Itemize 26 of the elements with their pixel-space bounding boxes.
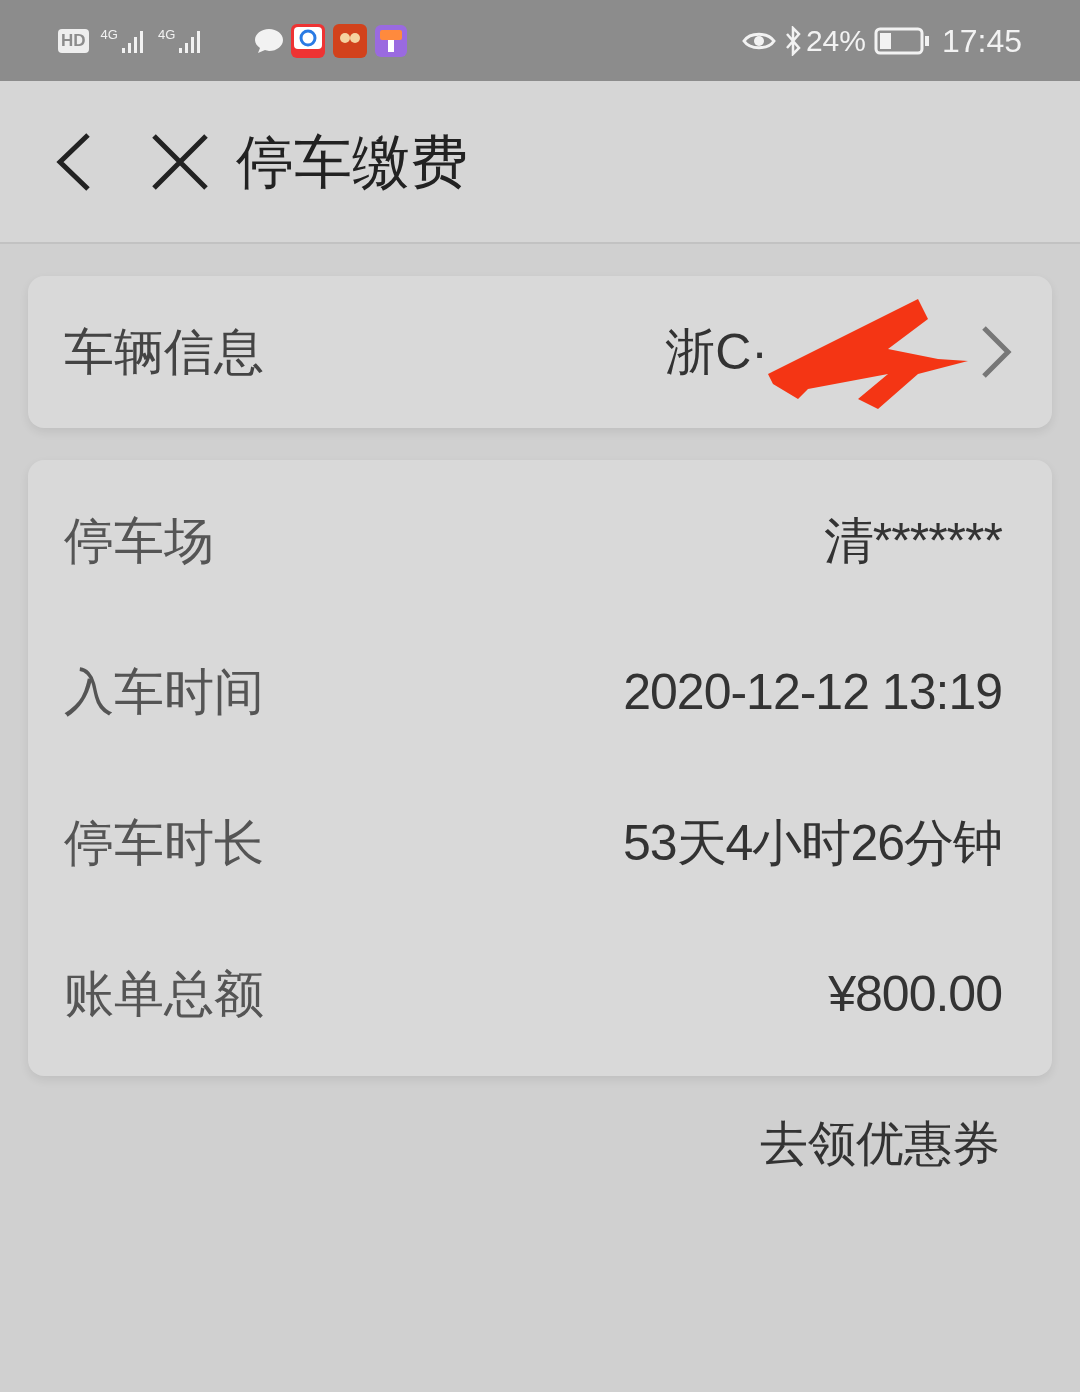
coupon-link[interactable]: 去领优惠券 [760, 1108, 1000, 1180]
chat-bubble-icon [253, 26, 286, 55]
battery-icon [873, 26, 930, 55]
detail-label: 入车时间 [64, 663, 264, 722]
hd-indicator: HD [58, 28, 89, 53]
detail-value: 53天4小时26分钟 [622, 814, 1002, 873]
vehicle-info-label: 车辆信息 [64, 322, 264, 382]
vehicle-info-row[interactable]: 车辆信息 浙C· [28, 276, 1052, 428]
chevron-right-icon [980, 324, 1012, 380]
clock: 17:45 [941, 21, 1022, 61]
network-label: 4G [157, 27, 176, 41]
close-icon[interactable] [150, 131, 210, 192]
detail-value: 清******* [823, 512, 1002, 571]
detail-value: ¥800.00 [828, 965, 1002, 1024]
app-icon [333, 23, 368, 58]
bluetooth-icon [783, 25, 802, 56]
app-icon [291, 23, 326, 58]
app-icon [375, 24, 408, 57]
page-title: 停车缴费 [236, 128, 468, 196]
network-label: 4G [100, 27, 118, 41]
detail-label: 停车时长 [64, 814, 264, 873]
plate-number: 浙C· [665, 322, 768, 382]
battery-percent: 24% [805, 23, 866, 59]
detail-value: 2020-12-12 13:19 [623, 663, 1002, 722]
detail-label: 账单总额 [64, 965, 264, 1024]
detail-label: 停车场 [64, 512, 214, 571]
